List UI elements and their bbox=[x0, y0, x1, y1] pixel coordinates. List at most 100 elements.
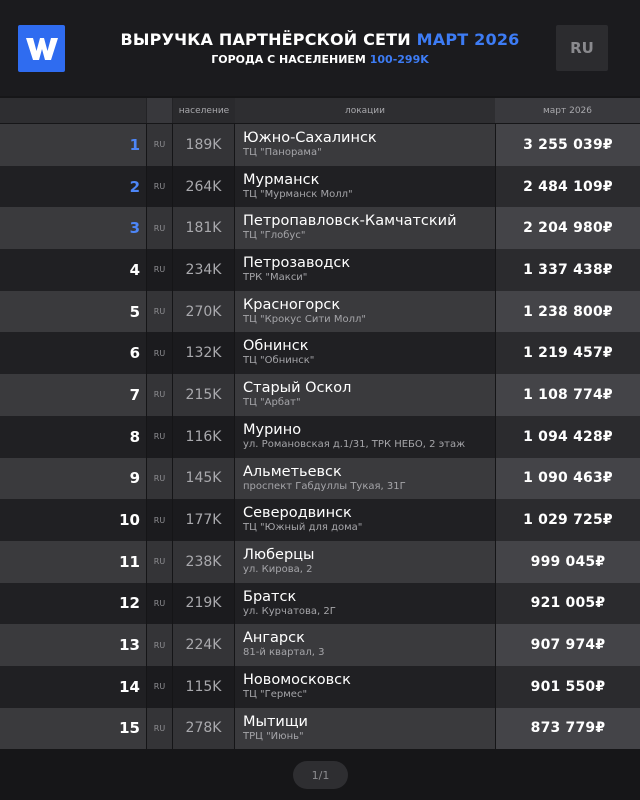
country-code: RU bbox=[146, 165, 173, 208]
table-row: 12 RU 219K Братск ул. Курчатова, 2Г 921 005₽ bbox=[0, 582, 640, 625]
location-cell: Мурино ул. Романовская д.1/31, ТРК НЕБО, … bbox=[235, 416, 495, 458]
country-code: RU bbox=[146, 332, 173, 375]
page-indicator[interactable]: 1/1 bbox=[293, 761, 348, 789]
venue-address: ТЦ "Мурманск Молл" bbox=[243, 188, 353, 200]
venue-address: ул. Кирова, 2 bbox=[243, 563, 313, 575]
header-locations: локации bbox=[344, 105, 386, 116]
page-title: ВЫРУЧКА ПАРТНЁРСКОЙ СЕТИ МАРТ 2026 bbox=[80, 30, 560, 50]
rank-number: 15 bbox=[119, 719, 140, 738]
location-cell: Ангарск 81-й квартал, 3 bbox=[235, 624, 495, 666]
revenue-value: 3 255 039₽ bbox=[495, 124, 640, 166]
city-name: Обнинск bbox=[243, 338, 309, 355]
rank-number: 9 bbox=[129, 469, 140, 488]
venue-address: ТЦ "Обнинск" bbox=[243, 355, 315, 367]
table-row: 10 RU 177K Северодвинск ТЦ "Южный для дома" 1… bbox=[0, 499, 640, 541]
table-row: 8 RU 116K Мурино ул. Романовская д.1/31, ТРК… bbox=[0, 415, 640, 458]
country-code: RU bbox=[146, 582, 173, 625]
country-code: RU bbox=[146, 707, 173, 750]
rank-number: 1 bbox=[129, 135, 140, 154]
table-header: население локации март 2026 bbox=[0, 98, 640, 123]
city-name: Мурино bbox=[243, 421, 302, 438]
population-value: 219K bbox=[173, 582, 235, 625]
city-name: Южно-Сахалинск bbox=[243, 130, 377, 146]
location-cell: Красногорск ТЦ "Крокус Сити Молл" bbox=[235, 291, 495, 333]
venue-address: ТРЦ "Июнь" bbox=[243, 730, 304, 742]
revenue-value: 2 204 980₽ bbox=[495, 207, 640, 250]
revenue-value: 1 108 774₽ bbox=[495, 374, 640, 416]
venue-address: ул. Романовская д.1/31, ТРК НЕБО, 2 этаж bbox=[243, 438, 466, 450]
population-value: 215K bbox=[173, 374, 235, 416]
venue-address: 81-й квартал, 3 bbox=[243, 647, 325, 659]
population-value: 189K bbox=[173, 124, 235, 166]
revenue-value: 873 779₽ bbox=[495, 707, 640, 750]
table-row: 4 RU 234K Петрозаводск ТРК "Макси" 1 337 438₽ bbox=[0, 249, 640, 291]
rank-number: 4 bbox=[129, 260, 140, 279]
location-cell: Новомосковск ТЦ "Гермес" bbox=[235, 666, 495, 708]
revenue-value: 999 045₽ bbox=[495, 540, 640, 583]
revenue-value: 1 337 438₽ bbox=[495, 249, 640, 291]
population-value: 181K bbox=[173, 207, 235, 250]
location-cell: Люберцы ул. Кирова, 2 bbox=[235, 541, 495, 583]
rank-number: 11 bbox=[119, 552, 140, 571]
location-cell: Мурманск ТЦ "Мурманск Молл" bbox=[235, 166, 495, 208]
header-revenue: март 2026 bbox=[495, 98, 640, 123]
subtitle-accent: 100-299K bbox=[369, 53, 429, 66]
country-code: RU bbox=[146, 499, 173, 541]
table-row: 13 RU 224K Ангарск 81-й квартал, 3 907 974₽ bbox=[0, 624, 640, 666]
header-rank-cell bbox=[0, 98, 146, 123]
city-name: Мурманск bbox=[243, 171, 320, 188]
country-code: RU bbox=[146, 457, 173, 500]
venue-address: ТЦ "Арбат" bbox=[243, 397, 301, 409]
rank-number: 3 bbox=[129, 219, 140, 238]
country-code: RU bbox=[146, 374, 173, 416]
venue-address: проспект Габдуллы Тукая, 31Г bbox=[243, 480, 406, 492]
language-button[interactable]: RU bbox=[556, 25, 608, 71]
table-row: 14 RU 115K Новомосковск ТЦ "Гермес" 901 550₽ bbox=[0, 665, 640, 708]
city-name: Северодвинск bbox=[243, 505, 352, 522]
rank-number: 12 bbox=[119, 594, 140, 613]
revenue-value: 1 238 800₽ bbox=[495, 290, 640, 333]
population-value: 116K bbox=[173, 415, 235, 458]
location-cell: Южно-Сахалинск ТЦ "Панорама" bbox=[235, 124, 495, 166]
location-cell: Братск ул. Курчатова, 2Г bbox=[235, 583, 495, 625]
city-name: Петрозаводск bbox=[243, 255, 351, 272]
revenue-value: 921 005₽ bbox=[495, 582, 640, 625]
population-value: 238K bbox=[173, 540, 235, 583]
venue-address: ТРК "Макси" bbox=[243, 272, 308, 284]
location-cell: Старый Оскол ТЦ "Арбат" bbox=[235, 374, 495, 416]
venue-address: ТЦ "Гермес" bbox=[243, 688, 308, 700]
rank-number: 6 bbox=[129, 344, 140, 363]
revenue-value: 1 090 463₽ bbox=[495, 457, 640, 500]
population-value: 278K bbox=[173, 707, 235, 750]
city-name: Мытищи bbox=[243, 713, 308, 730]
country-code: RU bbox=[146, 290, 173, 333]
location-cell: Мытищи ТРЦ "Июнь" bbox=[235, 708, 495, 750]
country-code: RU bbox=[146, 207, 173, 250]
table-row: 11 RU 238K Люберцы ул. Кирова, 2 999 045₽ bbox=[0, 540, 640, 583]
location-cell: Обнинск ТЦ "Обнинск" bbox=[235, 332, 495, 374]
city-name: Красногорск bbox=[243, 296, 341, 313]
country-code: RU bbox=[146, 124, 173, 166]
city-name: Ангарск bbox=[243, 630, 305, 647]
rank-number: 7 bbox=[129, 385, 140, 404]
venue-address: ТЦ "Панорама" bbox=[243, 147, 322, 158]
city-name: Альметьевск bbox=[243, 463, 342, 480]
location-cell: Петропавловск-Камчатский ТЦ "Глобус" bbox=[235, 207, 495, 249]
venue-address: ТЦ "Глобус" bbox=[243, 230, 306, 242]
revenue-value: 901 550₽ bbox=[495, 665, 640, 708]
revenue-value: 1 219 457₽ bbox=[495, 332, 640, 375]
header: ВЫРУЧКА ПАРТНЁРСКОЙ СЕТИ МАРТ 2026 ГОРОД… bbox=[0, 0, 640, 96]
revenue-value: 1 094 428₽ bbox=[495, 415, 640, 458]
revenue-value: 2 484 109₽ bbox=[495, 165, 640, 208]
location-cell: Альметьевск проспект Габдуллы Тукая, 31Г bbox=[235, 458, 495, 500]
rank-number: 2 bbox=[129, 177, 140, 196]
rank-number: 14 bbox=[119, 677, 140, 696]
page-subtitle: ГОРОДА С НАСЕЛЕНИЕМ 100-299K bbox=[80, 53, 560, 67]
rank-number: 10 bbox=[119, 511, 140, 530]
table-row: 5 RU 270K Красногорск ТЦ "Крокус Сити Молл" 1… bbox=[0, 290, 640, 333]
venue-address: ТЦ "Южный для дома" bbox=[243, 522, 363, 534]
table-row: 2 RU 264K Мурманск ТЦ "Мурманск Молл" 2 484 1… bbox=[0, 165, 640, 208]
venue-address: ул. Курчатова, 2Г bbox=[243, 605, 336, 617]
population-value: 224K bbox=[173, 624, 235, 666]
country-code: RU bbox=[146, 665, 173, 708]
